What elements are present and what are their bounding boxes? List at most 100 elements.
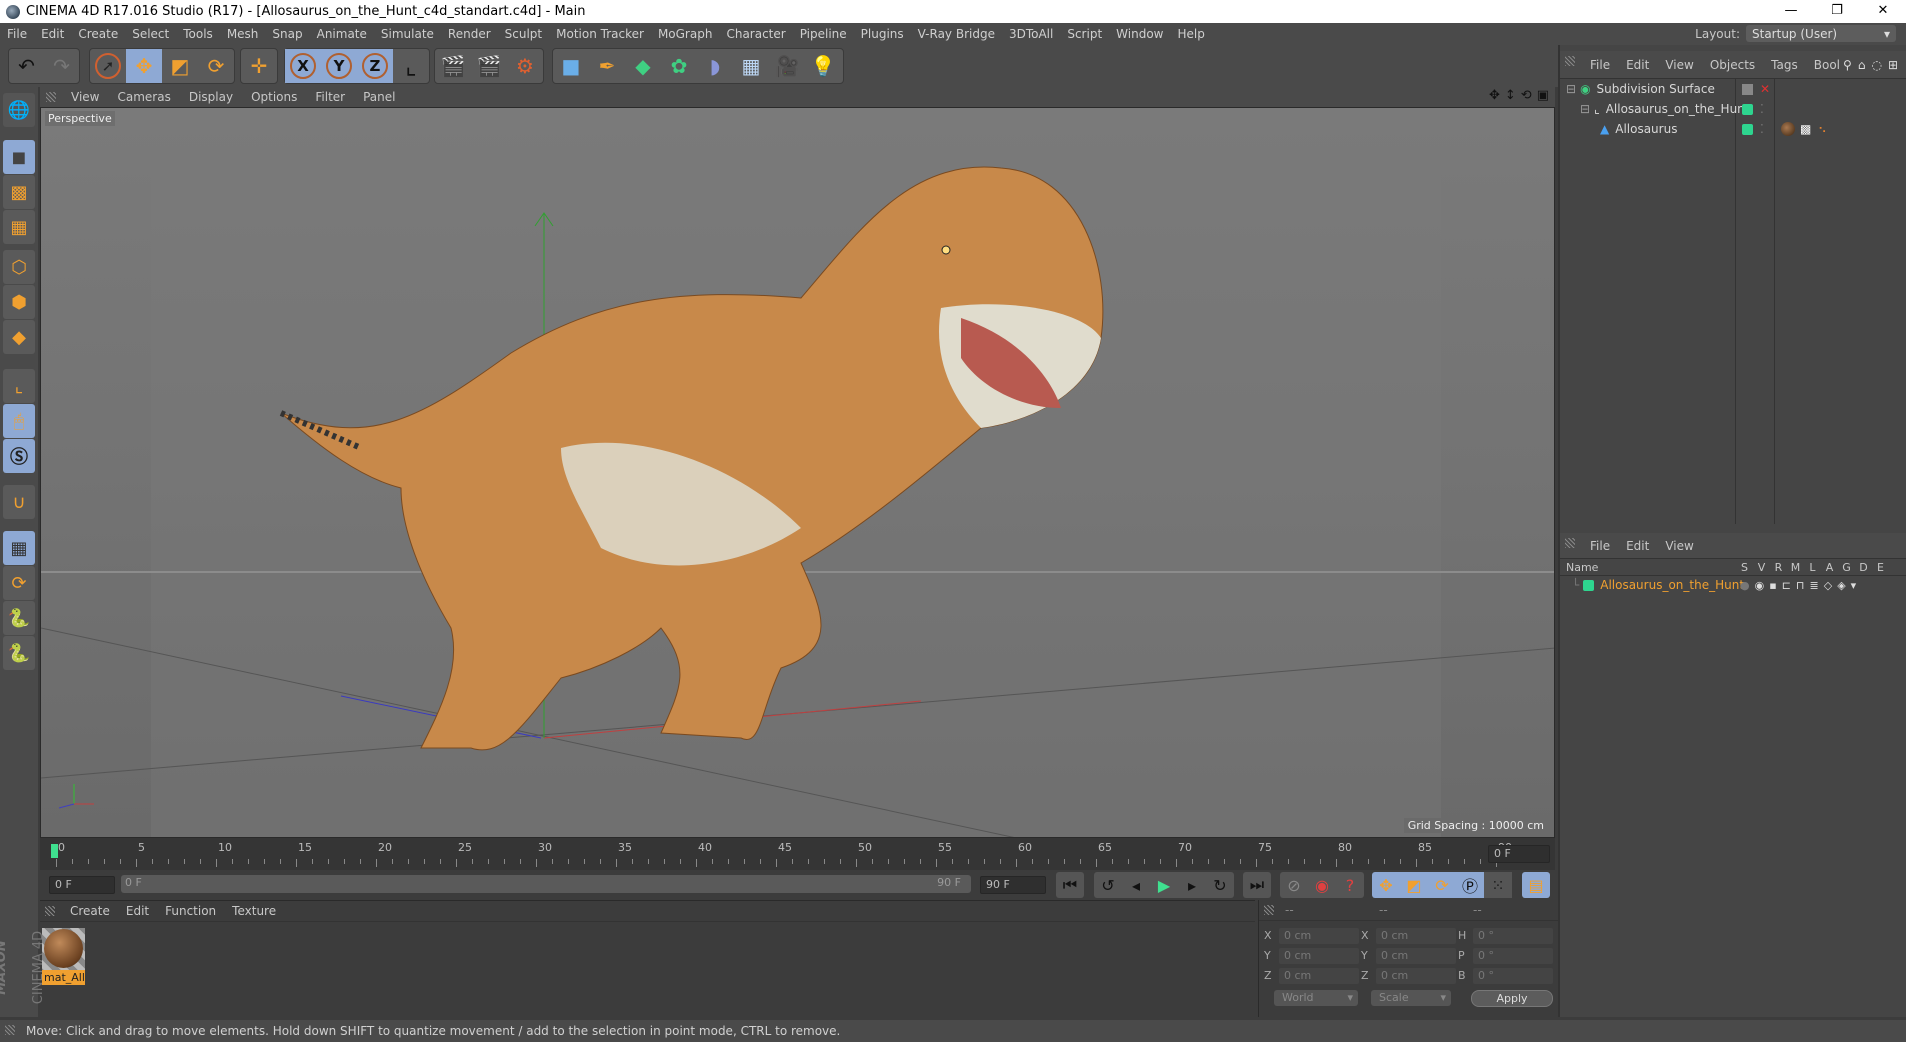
layer-row[interactable]: └ Allosaurus_on_the_Hunt ● ◉ ▪ ⊏ ⊓ ≣ ◇ ◈… bbox=[1560, 576, 1906, 594]
dolly-view-icon[interactable]: ↕ bbox=[1505, 88, 1516, 103]
end-frame-field[interactable]: 90 F bbox=[980, 876, 1046, 894]
rotation-field[interactable]: 0 ° bbox=[1473, 928, 1553, 944]
layer-color-swatch[interactable] bbox=[1742, 123, 1753, 135]
viewport-menu-options[interactable]: Options bbox=[242, 90, 306, 104]
menu-snap[interactable]: Snap bbox=[265, 27, 309, 41]
column-solo[interactable]: S bbox=[1736, 561, 1753, 574]
subdivision-surface-button[interactable]: ◆ bbox=[625, 49, 661, 83]
python-script-1-button[interactable]: 🐍 bbox=[3, 601, 35, 635]
expressions-icon[interactable]: ▾ bbox=[1851, 579, 1857, 592]
generators-icon[interactable]: ◇ bbox=[1824, 579, 1832, 592]
pan-view-icon[interactable]: ✥ bbox=[1489, 88, 1500, 103]
play-icon[interactable]: ▶ bbox=[1150, 872, 1178, 898]
redo-button[interactable]: ↷ bbox=[44, 49, 79, 83]
z-axis-lock-button[interactable]: Z bbox=[357, 49, 393, 83]
column-name[interactable]: Name bbox=[1560, 561, 1736, 574]
goto-end-icon[interactable]: ⏭ bbox=[1243, 872, 1271, 898]
apply-button[interactable]: Apply bbox=[1471, 990, 1553, 1007]
floor-button[interactable]: ▦ bbox=[733, 49, 769, 83]
deformers-icon[interactable]: ◈ bbox=[1837, 579, 1845, 592]
lock-workplane-button[interactable]: ▦ bbox=[3, 531, 35, 565]
menu-mograph[interactable]: MoGraph bbox=[651, 27, 720, 41]
make-editable-button[interactable]: 🌐 bbox=[3, 93, 35, 127]
menu-tools[interactable]: Tools bbox=[176, 27, 220, 41]
eye-icon[interactable]: ◌ bbox=[1871, 58, 1881, 72]
camera-button[interactable]: 🎥 bbox=[769, 49, 805, 83]
menu-animate[interactable]: Animate bbox=[310, 27, 374, 41]
prev-key-icon[interactable]: ↺ bbox=[1094, 872, 1122, 898]
frame-range-slider[interactable]: 0 F 90 F bbox=[121, 875, 971, 893]
points-mode-button[interactable]: ⬡ bbox=[3, 250, 35, 284]
home-icon[interactable]: ⌂ bbox=[1858, 58, 1866, 72]
column-animation[interactable]: A bbox=[1821, 561, 1838, 574]
material-tag-icon[interactable] bbox=[1781, 122, 1795, 136]
render-settings-button[interactable]: ⚙ bbox=[507, 49, 543, 83]
view-eye-icon[interactable]: ◉ bbox=[1755, 579, 1765, 592]
panel-grip-icon[interactable] bbox=[46, 92, 56, 102]
column-render[interactable]: R bbox=[1770, 561, 1787, 574]
menu-simulate[interactable]: Simulate bbox=[374, 27, 441, 41]
manager-icon[interactable]: ⊏ bbox=[1782, 579, 1791, 592]
cube-button[interactable]: ■ bbox=[553, 49, 589, 83]
menu-mesh[interactable]: Mesh bbox=[220, 27, 266, 41]
om-menu-tags[interactable]: Tags bbox=[1763, 58, 1806, 72]
start-frame-field[interactable]: 0 F bbox=[49, 876, 115, 894]
rotation-field[interactable]: 0 ° bbox=[1473, 968, 1553, 984]
menu-help[interactable]: Help bbox=[1170, 27, 1211, 41]
cloner-button[interactable]: ✿ bbox=[661, 49, 697, 83]
object-row-allosaurus[interactable]: ▲ Allosaurus ⁚ ▩ ⠢ bbox=[1560, 119, 1906, 139]
column-deformers[interactable]: D bbox=[1855, 561, 1872, 574]
tree-collapse-icon[interactable]: ⊟ bbox=[1566, 82, 1576, 96]
position-field[interactable]: 0 cm bbox=[1279, 928, 1359, 944]
menu-select[interactable]: Select bbox=[125, 27, 176, 41]
mm-menu-edit[interactable]: Edit bbox=[118, 904, 157, 918]
workplane-mode-button[interactable]: ▦ bbox=[3, 210, 35, 244]
layer-color-swatch[interactable] bbox=[1583, 579, 1595, 591]
om-menu-bookmarks[interactable]: Bool bbox=[1806, 58, 1848, 72]
key-pla-icon[interactable]: ⁙ bbox=[1484, 872, 1512, 898]
om-menu-view[interactable]: View bbox=[1657, 58, 1701, 72]
last-tool-button[interactable]: ✛ bbox=[241, 49, 277, 83]
render-picture-viewer-button[interactable]: 🎬 bbox=[471, 49, 507, 83]
mm-menu-function[interactable]: Function bbox=[157, 904, 224, 918]
menu-plugins[interactable]: Plugins bbox=[854, 27, 911, 41]
key-scale-icon[interactable]: ◩ bbox=[1400, 872, 1428, 898]
menu-vray-bridge[interactable]: V-Ray Bridge bbox=[911, 27, 1002, 41]
maximize-view-icon[interactable]: ▣ bbox=[1537, 88, 1549, 103]
python-script-2-button[interactable]: 🐍 bbox=[3, 636, 35, 670]
light-button[interactable]: 💡 bbox=[805, 49, 841, 83]
tree-collapse-icon[interactable]: ⊟ bbox=[1580, 102, 1590, 116]
panel-grip-icon[interactable] bbox=[45, 906, 55, 916]
undo-button[interactable]: ↶ bbox=[9, 49, 44, 83]
model-mode-button[interactable]: ◼ bbox=[3, 140, 35, 174]
lock-icon[interactable]: ⊓ bbox=[1796, 579, 1805, 592]
rotate-tool-button[interactable]: ⟳ bbox=[198, 49, 234, 83]
menu-pipeline[interactable]: Pipeline bbox=[793, 27, 854, 41]
goto-start-icon[interactable]: ⏮ bbox=[1056, 872, 1084, 898]
mm-menu-create[interactable]: Create bbox=[62, 904, 118, 918]
position-field[interactable]: 0 cm bbox=[1279, 968, 1359, 984]
orbit-view-icon[interactable]: ⟲ bbox=[1521, 88, 1532, 103]
visibility-dots-icon[interactable]: ⁚ bbox=[1760, 102, 1764, 116]
lm-menu-file[interactable]: File bbox=[1582, 539, 1618, 553]
restore-button[interactable]: ❐ bbox=[1814, 0, 1860, 22]
y-axis-lock-button[interactable]: Y bbox=[321, 49, 357, 83]
scale-tool-button[interactable]: ◩ bbox=[162, 49, 198, 83]
column-locked[interactable]: L bbox=[1804, 561, 1821, 574]
key-parameter-icon[interactable]: Ⓟ bbox=[1456, 872, 1484, 898]
move-tool-button[interactable]: ✥ bbox=[126, 49, 162, 83]
size-mode-dropdown[interactable]: Scale ▾ bbox=[1371, 990, 1451, 1006]
render-view-button[interactable]: 🎬 bbox=[435, 49, 471, 83]
new-window-icon[interactable]: ⊞ bbox=[1888, 58, 1898, 72]
panel-grip-icon[interactable] bbox=[1565, 56, 1575, 66]
menu-edit[interactable]: Edit bbox=[34, 27, 71, 41]
film-strip-icon[interactable]: ▤ bbox=[1522, 872, 1550, 898]
prev-frame-icon[interactable]: ◂ bbox=[1122, 872, 1150, 898]
animation-icon[interactable]: ≣ bbox=[1810, 579, 1819, 592]
scale-field[interactable]: 0 cm bbox=[1376, 968, 1456, 984]
tweak-mode-button[interactable]: 🖱 bbox=[3, 404, 35, 438]
layer-name[interactable]: Allosaurus_on_the_Hunt bbox=[1600, 578, 1744, 592]
column-view[interactable]: V bbox=[1753, 561, 1770, 574]
lm-menu-edit[interactable]: Edit bbox=[1618, 539, 1657, 553]
mm-menu-texture[interactable]: Texture bbox=[224, 904, 284, 918]
